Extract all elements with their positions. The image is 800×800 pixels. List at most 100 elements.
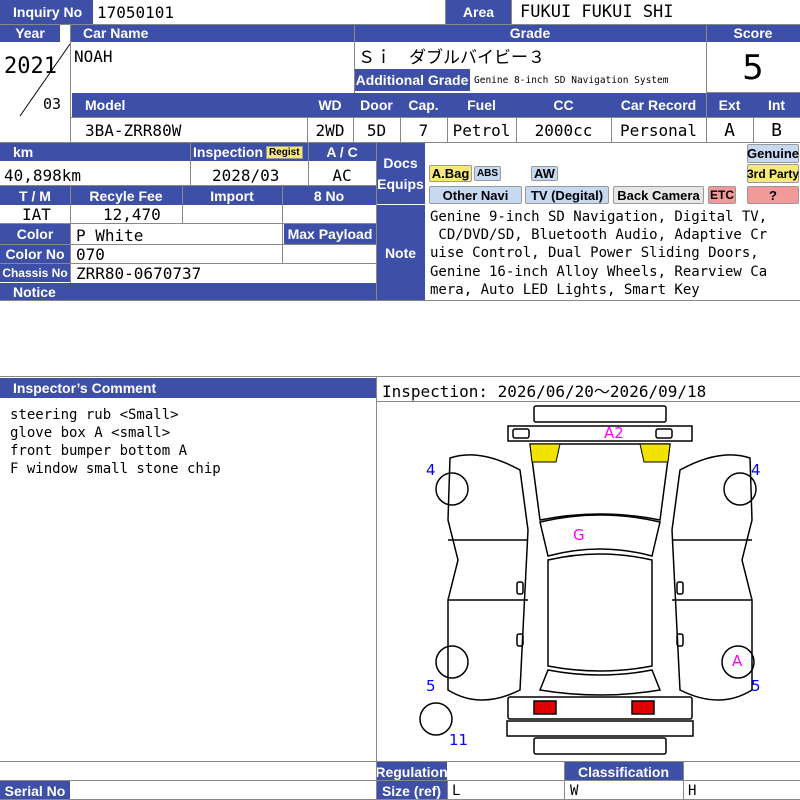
note-label: Note <box>376 205 425 300</box>
grid-line <box>307 117 308 142</box>
chassis-label: Chassis No <box>0 264 70 282</box>
inspector-comment-label: Inspector’s Comment <box>0 378 376 398</box>
ext-value: A <box>724 119 735 141</box>
notice-value <box>4 302 374 372</box>
recycle-label: Recyle Fee <box>70 186 182 205</box>
note-line: uise Control, Dual Power Sliding Doors, <box>430 245 759 262</box>
color-label: Color <box>0 224 70 244</box>
grid-line <box>706 24 707 142</box>
import-value <box>186 206 280 223</box>
grid-line <box>282 185 283 263</box>
notice-label: Notice <box>0 283 376 300</box>
front-bumper-outline <box>507 405 693 442</box>
tire-mark-front-right: 4 <box>751 461 761 479</box>
rear-left-tire <box>435 645 469 679</box>
classification-label: Classification <box>564 762 683 781</box>
regist-badge: Regist <box>266 145 303 159</box>
grid-line <box>0 263 376 264</box>
grid-line <box>683 761 684 800</box>
grid-line <box>0 244 376 245</box>
equip-other-navi: Other Navi <box>429 186 522 204</box>
grid-line <box>70 24 71 142</box>
front-right-lamp <box>639 443 671 463</box>
cc-value: 2000cc <box>534 120 593 140</box>
grid-line <box>308 142 309 185</box>
cap-value: 7 <box>418 120 429 140</box>
regulation-label: Regulation <box>375 762 448 781</box>
grid-line <box>0 185 376 186</box>
inspection-period: Inspection: 2026/06/20〜2026/09/18 <box>382 382 707 401</box>
spare-tire <box>419 702 453 736</box>
equip-etc: ETC <box>708 186 736 204</box>
grid-line <box>70 185 71 283</box>
car-record-label: Car Record <box>611 93 706 117</box>
inspector-comment-text: steering rub <Small> glove box A <small> f… <box>10 406 221 478</box>
eight-no-label: 8 No <box>282 186 376 205</box>
note-line: mera, Auto LED Lights, Smart Key <box>430 281 700 298</box>
rear-right-lamp <box>631 700 655 715</box>
damage-mark-front: A2 <box>604 424 624 442</box>
grid-line <box>376 376 377 800</box>
note-line: CD/DVD/SD, Bluetooth Audio, Adaptive Cr <box>430 227 768 244</box>
roof-outline <box>547 553 653 672</box>
max-payload-label: Max Payload <box>284 224 376 244</box>
grid-line <box>516 117 517 142</box>
cc-label: CC <box>516 93 611 117</box>
size-w: W <box>570 782 579 799</box>
model-label: Model <box>72 93 307 117</box>
additional-grade-value: Genine 8-inch SD Navigation System <box>474 74 669 86</box>
fuel-label: Fuel <box>447 93 516 117</box>
door-label: Door <box>353 93 400 117</box>
year-label: Year <box>0 24 60 42</box>
km-value: 40,898km <box>4 165 82 185</box>
grid-line <box>0 142 800 143</box>
note-line: Genine 16-inch Alloy Wheels, Rearview Ca <box>430 263 768 280</box>
comment-line: F window small stone chip <box>10 461 221 477</box>
color-no-label: Color No <box>0 245 70 263</box>
front-left-lamp <box>529 443 561 463</box>
front-left-tire <box>435 472 469 506</box>
serial-value <box>76 781 372 800</box>
grid-line <box>753 117 754 142</box>
grid-line <box>0 300 800 301</box>
grid-line <box>190 142 191 185</box>
grid-line <box>376 401 800 402</box>
ac-value: AC <box>332 165 352 185</box>
grid-line <box>0 24 800 25</box>
inquiry-number: 17050101 <box>97 2 175 22</box>
additional-grade-label: Additional Grade <box>354 69 470 91</box>
question-legend: ? <box>747 186 799 204</box>
serial-label: Serial No <box>0 781 70 800</box>
wd-label: WD <box>307 93 353 117</box>
grid-line <box>70 117 800 118</box>
size-h: H <box>688 782 697 799</box>
grid-line <box>445 0 446 24</box>
comment-line: front bumper bottom A <box>10 443 188 459</box>
recycle-value: 12,470 <box>103 206 161 223</box>
grade-value: Ｓｉ ダブルバイビー３ <box>358 47 545 67</box>
spare-tire-mark: 11 <box>449 731 469 749</box>
damage-mark-glass: G <box>573 526 585 544</box>
grid-line <box>376 142 377 300</box>
car-record-value: Personal <box>619 120 698 140</box>
grid-line <box>564 761 565 800</box>
tire-mark-rear-right: 5 <box>751 677 761 695</box>
tm-value: IAT <box>22 206 51 223</box>
inspection-label: Inspection Regist <box>190 143 308 161</box>
rear-left-lamp <box>533 700 557 715</box>
int-value: B <box>771 119 782 141</box>
vehicle-diagram <box>419 405 757 755</box>
model-value: 3BA-ZRR80W <box>85 120 182 140</box>
import-label: Import <box>182 186 282 205</box>
size-label: Size (ref) <box>376 781 447 800</box>
equip-airbag: A.Bag <box>429 165 472 182</box>
grid-line <box>0 761 800 762</box>
ext-label: Ext <box>706 93 753 117</box>
int-label: Int <box>753 93 800 117</box>
equip-aw: AW <box>531 166 558 181</box>
third-party-legend: 3rd Party <box>747 164 799 183</box>
equip-abs: ABS <box>474 166 501 181</box>
inspection-value: 2028/03 <box>212 165 280 185</box>
grid-line <box>400 117 401 142</box>
grid-line <box>0 376 800 377</box>
